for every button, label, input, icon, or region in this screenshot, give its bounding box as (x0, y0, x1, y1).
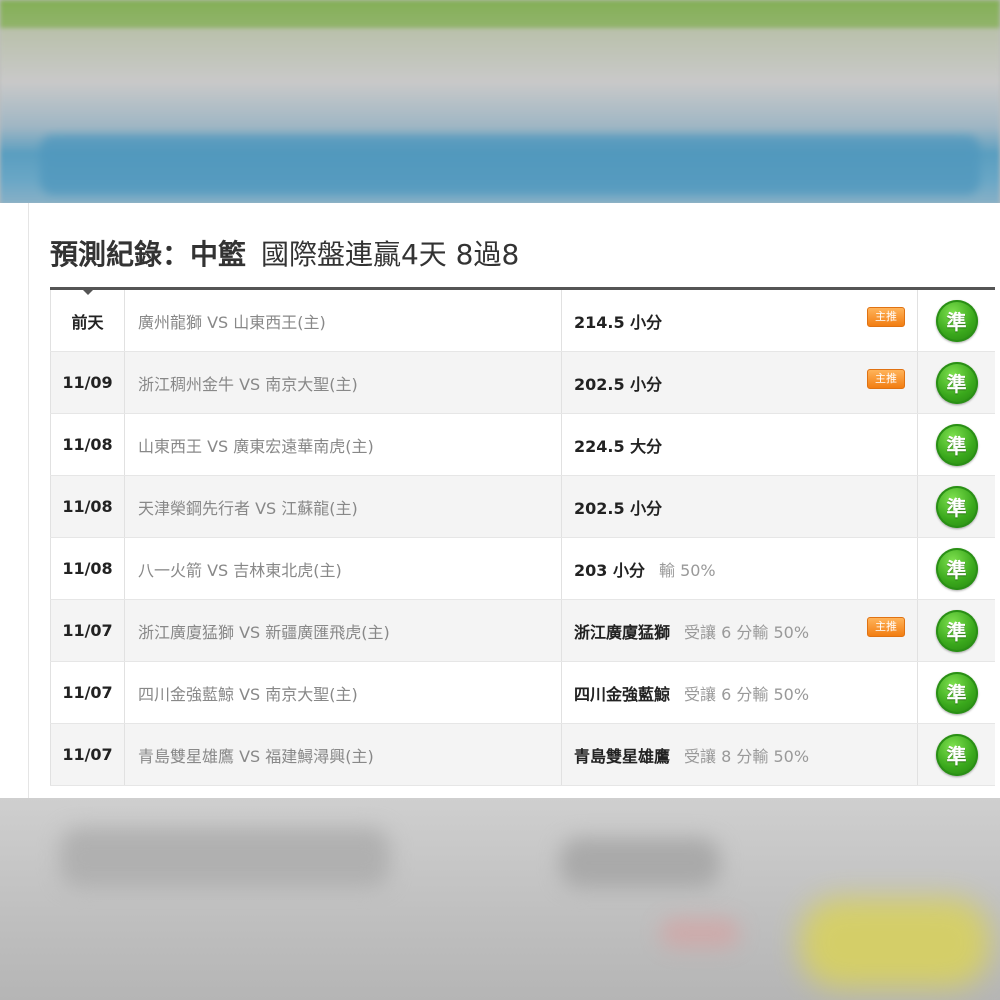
page-title: 預測紀錄：中籃 國際盤連贏4天 8過8 (50, 233, 519, 277)
table-row[interactable]: 11/07 浙江廣廈猛獅 VS 新疆廣匯飛虎(主) 浙江廣廈猛獅 受讓 6 分輸 50… (50, 600, 995, 662)
pick-main: 202.5 小分 (574, 498, 663, 518)
title-streak: 國際盤連贏4天 8過8 (260, 238, 520, 271)
row-match[interactable]: 八一火箭 VS 吉林東北虎(主) (125, 538, 562, 599)
pick-main: 203 小分 (574, 560, 645, 580)
accurate-icon: 準 (935, 361, 978, 404)
accurate-icon: 準 (935, 423, 978, 466)
prediction-table: 前天 廣州龍獅 VS 山東西王(主) 214.5 小分 主推準 11/09 浙江稠州金牛 … (50, 287, 995, 786)
blurred-block (60, 828, 390, 888)
table-row[interactable]: 11/09 浙江稠州金牛 VS 南京大聖(主) 202.5 小分 主推 準 (50, 352, 995, 414)
pick-main: 202.5 小分 (574, 374, 663, 394)
row-match[interactable]: 浙江廣廈猛獅 VS 新疆廣匯飛虎(主) (125, 600, 562, 661)
accurate-icon: 準 (935, 547, 978, 590)
row-match[interactable]: 山東西王 VS 廣東宏遠華南虎(主) (125, 414, 562, 475)
row-date: 11/08 (50, 414, 125, 475)
prediction-record-card: 預測紀錄：中籃 國際盤連贏4天 8過8 前天 廣州龍獅 VS 山東西王(主) 214… (0, 203, 1000, 798)
row-pick: 214.5 小分 主推 (562, 290, 918, 351)
accurate-icon: 準 (935, 299, 978, 342)
row-result: 準 (918, 600, 995, 661)
accurate-icon: 準 (935, 733, 978, 776)
card-left-border (28, 203, 29, 798)
blurred-block (660, 918, 740, 948)
accurate-icon: 準 (935, 609, 978, 652)
blurred-block (800, 898, 990, 988)
row-result: 準 (918, 662, 995, 723)
row-result: 準 (918, 724, 995, 785)
row-date: 11/07 (50, 600, 125, 661)
row-result: 準 (918, 352, 995, 413)
pick-main: 四川金強藍鯨 (574, 684, 671, 704)
row-match[interactable]: 青島雙星雄鷹 VS 福建鱘潯興(主) (125, 724, 562, 785)
blurred-banner (0, 0, 1000, 28)
pick-main: 214.5 小分 (574, 312, 663, 332)
table-row[interactable]: 11/08 天津榮鋼先行者 VS 江蘇龍(主) 202.5 小分 準 (50, 476, 995, 538)
blurred-nav-bar (40, 135, 980, 195)
row-match[interactable]: 天津榮鋼先行者 VS 江蘇龍(主) (125, 476, 562, 537)
pick-main: 青島雙星雄鷹 (574, 746, 671, 766)
table-row[interactable]: 前天 廣州龍獅 VS 山東西王(主) 214.5 小分 主推 準 (50, 290, 995, 352)
row-date: 11/08 (50, 538, 125, 599)
row-pick: 203 小分輸 50% (562, 538, 918, 599)
table-row[interactable]: 11/08 八一火箭 VS 吉林東北虎(主) 203 小分輸 50% 準 (50, 538, 995, 600)
pick-extra: 受讓 6 分輸 50% (684, 684, 810, 704)
row-match[interactable]: 浙江稠州金牛 VS 南京大聖(主) (125, 352, 562, 413)
row-result: 準 (918, 476, 995, 537)
row-date: 11/07 (50, 724, 125, 785)
blurred-block (560, 838, 720, 888)
row-pick: 224.5 大分 (562, 414, 918, 475)
accurate-icon: 準 (935, 671, 978, 714)
pick-extra: 輸 50% (658, 560, 716, 580)
row-match[interactable]: 四川金強藍鯨 VS 南京大聖(主) (125, 662, 562, 723)
title-league: 中籃 (190, 238, 247, 271)
blurred-background-top (0, 0, 1000, 205)
row-pick: 202.5 小分 (562, 476, 918, 537)
table-row[interactable]: 11/07 青島雙星雄鷹 VS 福建鱘潯興(主) 青島雙星雄鷹 受讓 8 分輸 50%… (50, 724, 995, 786)
pick-main: 224.5 大分 (574, 436, 663, 456)
main-pick-badge: 主推 (867, 369, 905, 389)
row-pick: 青島雙星雄鷹 受讓 8 分輸 50% (562, 724, 918, 785)
caret-down-icon (80, 287, 96, 295)
row-match[interactable]: 廣州龍獅 VS 山東西王(主) (125, 290, 562, 351)
row-date: 11/07 (50, 662, 125, 723)
pick-extra: 受讓 6 分輸 50% (684, 622, 810, 642)
title-label: 預測紀錄： (50, 238, 191, 271)
blurred-background-bottom (0, 798, 1000, 1000)
table-row[interactable]: 11/07 四川金強藍鯨 VS 南京大聖(主) 四川金強藍鯨 受讓 6 分輸 50% 準 (50, 662, 995, 724)
row-result: 準 (918, 414, 995, 475)
row-pick: 浙江廣廈猛獅 受讓 6 分輸 50% 主推 (562, 600, 918, 661)
row-result: 準 (918, 290, 995, 351)
main-pick-badge: 主推 (867, 307, 905, 327)
row-pick: 四川金強藍鯨 受讓 6 分輸 50% (562, 662, 918, 723)
accurate-icon: 準 (935, 485, 978, 528)
pick-extra: 受讓 8 分輸 50% (684, 746, 810, 766)
row-pick: 202.5 小分 主推 (562, 352, 918, 413)
table-row[interactable]: 11/08 山東西王 VS 廣東宏遠華南虎(主) 224.5 大分 準 (50, 414, 995, 476)
row-date: 11/08 (50, 476, 125, 537)
row-result: 準 (918, 538, 995, 599)
row-date: 11/09 (50, 352, 125, 413)
row-date: 前天 (50, 290, 125, 351)
pick-main: 浙江廣廈猛獅 (574, 622, 671, 642)
main-pick-badge: 主推 (867, 617, 905, 637)
